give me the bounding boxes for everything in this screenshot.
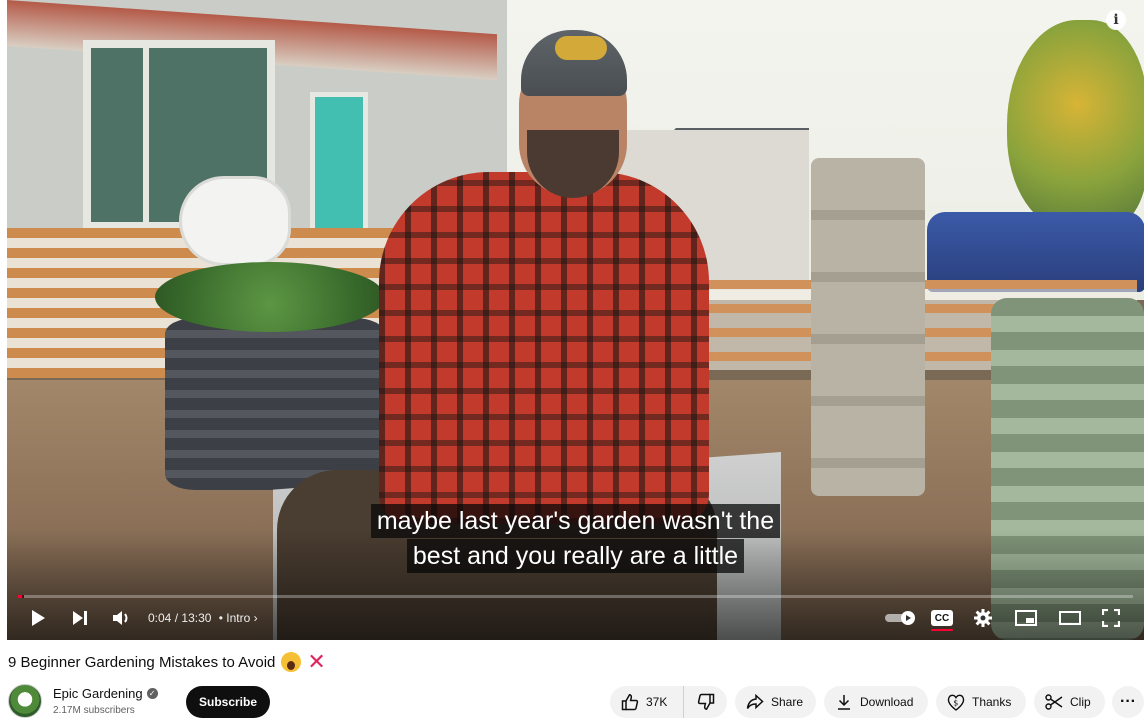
download-button[interactable]: Download bbox=[824, 686, 928, 718]
screaming-face-emoji-icon bbox=[281, 652, 302, 672]
progress-bar[interactable] bbox=[18, 595, 1133, 598]
like-dislike-group: 37K bbox=[610, 686, 727, 718]
thanks-heart-dollar-icon: $ bbox=[946, 692, 966, 712]
time-current: 0:04 bbox=[148, 611, 172, 625]
subscribe-button[interactable]: Subscribe bbox=[186, 686, 270, 718]
settings-gear-icon[interactable] bbox=[971, 606, 995, 630]
like-count: 37K bbox=[646, 695, 668, 709]
time-separator: / bbox=[174, 611, 179, 625]
scene-cap-badge bbox=[555, 36, 607, 60]
miniplayer-icon[interactable] bbox=[1013, 606, 1039, 630]
cross-mark-emoji-icon: ✕ bbox=[307, 649, 326, 674]
chapter-chevron-icon[interactable]: › bbox=[254, 611, 258, 625]
clip-label: Clip bbox=[1070, 695, 1091, 709]
thumbs-down-icon bbox=[696, 692, 716, 712]
subscriber-count: 2.17M subscribers bbox=[53, 705, 135, 716]
scene-planter-left bbox=[165, 318, 385, 490]
subtitle-line: maybe last year's garden wasn't the bbox=[370, 504, 781, 538]
verified-badge-icon: ✓ bbox=[146, 688, 158, 699]
next-icon[interactable] bbox=[69, 606, 91, 630]
download-icon bbox=[834, 692, 854, 712]
scene-door bbox=[310, 92, 368, 242]
thumbs-up-icon bbox=[620, 692, 640, 712]
scene-grow-tower bbox=[811, 158, 925, 496]
share-button[interactable]: Share bbox=[735, 686, 816, 718]
more-icon: ··· bbox=[1120, 693, 1136, 710]
scissors-icon bbox=[1044, 692, 1064, 712]
like-button[interactable]: 37K bbox=[610, 686, 684, 718]
scene-person-shirt bbox=[379, 172, 709, 524]
thanks-label: Thanks bbox=[972, 695, 1012, 709]
more-actions-button[interactable]: ··· bbox=[1112, 686, 1144, 718]
scene-trees bbox=[1007, 20, 1144, 230]
clip-button[interactable]: Clip bbox=[1034, 686, 1105, 718]
fullscreen-icon[interactable] bbox=[1099, 606, 1123, 630]
svg-text:$: $ bbox=[953, 698, 958, 707]
scene-greens bbox=[155, 262, 385, 332]
video-title: 9 Beginner Gardening Mistakes to Avoid ✕ bbox=[8, 649, 326, 674]
player-controls: 0:04 / 13:30 • Intro › CC bbox=[7, 602, 1144, 634]
volume-icon[interactable] bbox=[110, 606, 134, 630]
subtitle-line: best and you really are a little bbox=[406, 539, 745, 573]
download-label: Download bbox=[860, 695, 914, 709]
channel-name-text[interactable]: Epic Gardening bbox=[53, 686, 143, 701]
time-display: 0:04 / 13:30 • Intro › bbox=[148, 611, 258, 625]
play-icon[interactable] bbox=[27, 606, 49, 630]
video-player[interactable]: i maybe last year's garden wasn't the be… bbox=[7, 0, 1144, 640]
thanks-button[interactable]: $ Thanks bbox=[936, 686, 1026, 718]
scene-hose-reel bbox=[179, 176, 291, 266]
cc-icon: CC bbox=[931, 610, 953, 631]
share-arrow-icon bbox=[745, 692, 765, 712]
captions-button[interactable]: CC bbox=[929, 606, 955, 631]
chapter-marker bbox=[22, 595, 25, 598]
autoplay-toggle[interactable] bbox=[881, 606, 921, 630]
video-title-text: 9 Beginner Gardening Mistakes to Avoid bbox=[8, 653, 276, 671]
channel-avatar[interactable] bbox=[8, 684, 42, 718]
dislike-button[interactable] bbox=[684, 686, 727, 718]
time-total: 13:30 bbox=[181, 611, 212, 625]
subtitles: maybe last year's garden wasn't the best… bbox=[7, 504, 1144, 573]
theater-mode-icon[interactable] bbox=[1057, 606, 1083, 630]
share-label: Share bbox=[771, 695, 804, 709]
chapter-label[interactable]: • Intro bbox=[219, 611, 251, 625]
info-icon[interactable]: i bbox=[1106, 10, 1126, 30]
channel-name[interactable]: Epic Gardening ✓ bbox=[53, 686, 158, 701]
